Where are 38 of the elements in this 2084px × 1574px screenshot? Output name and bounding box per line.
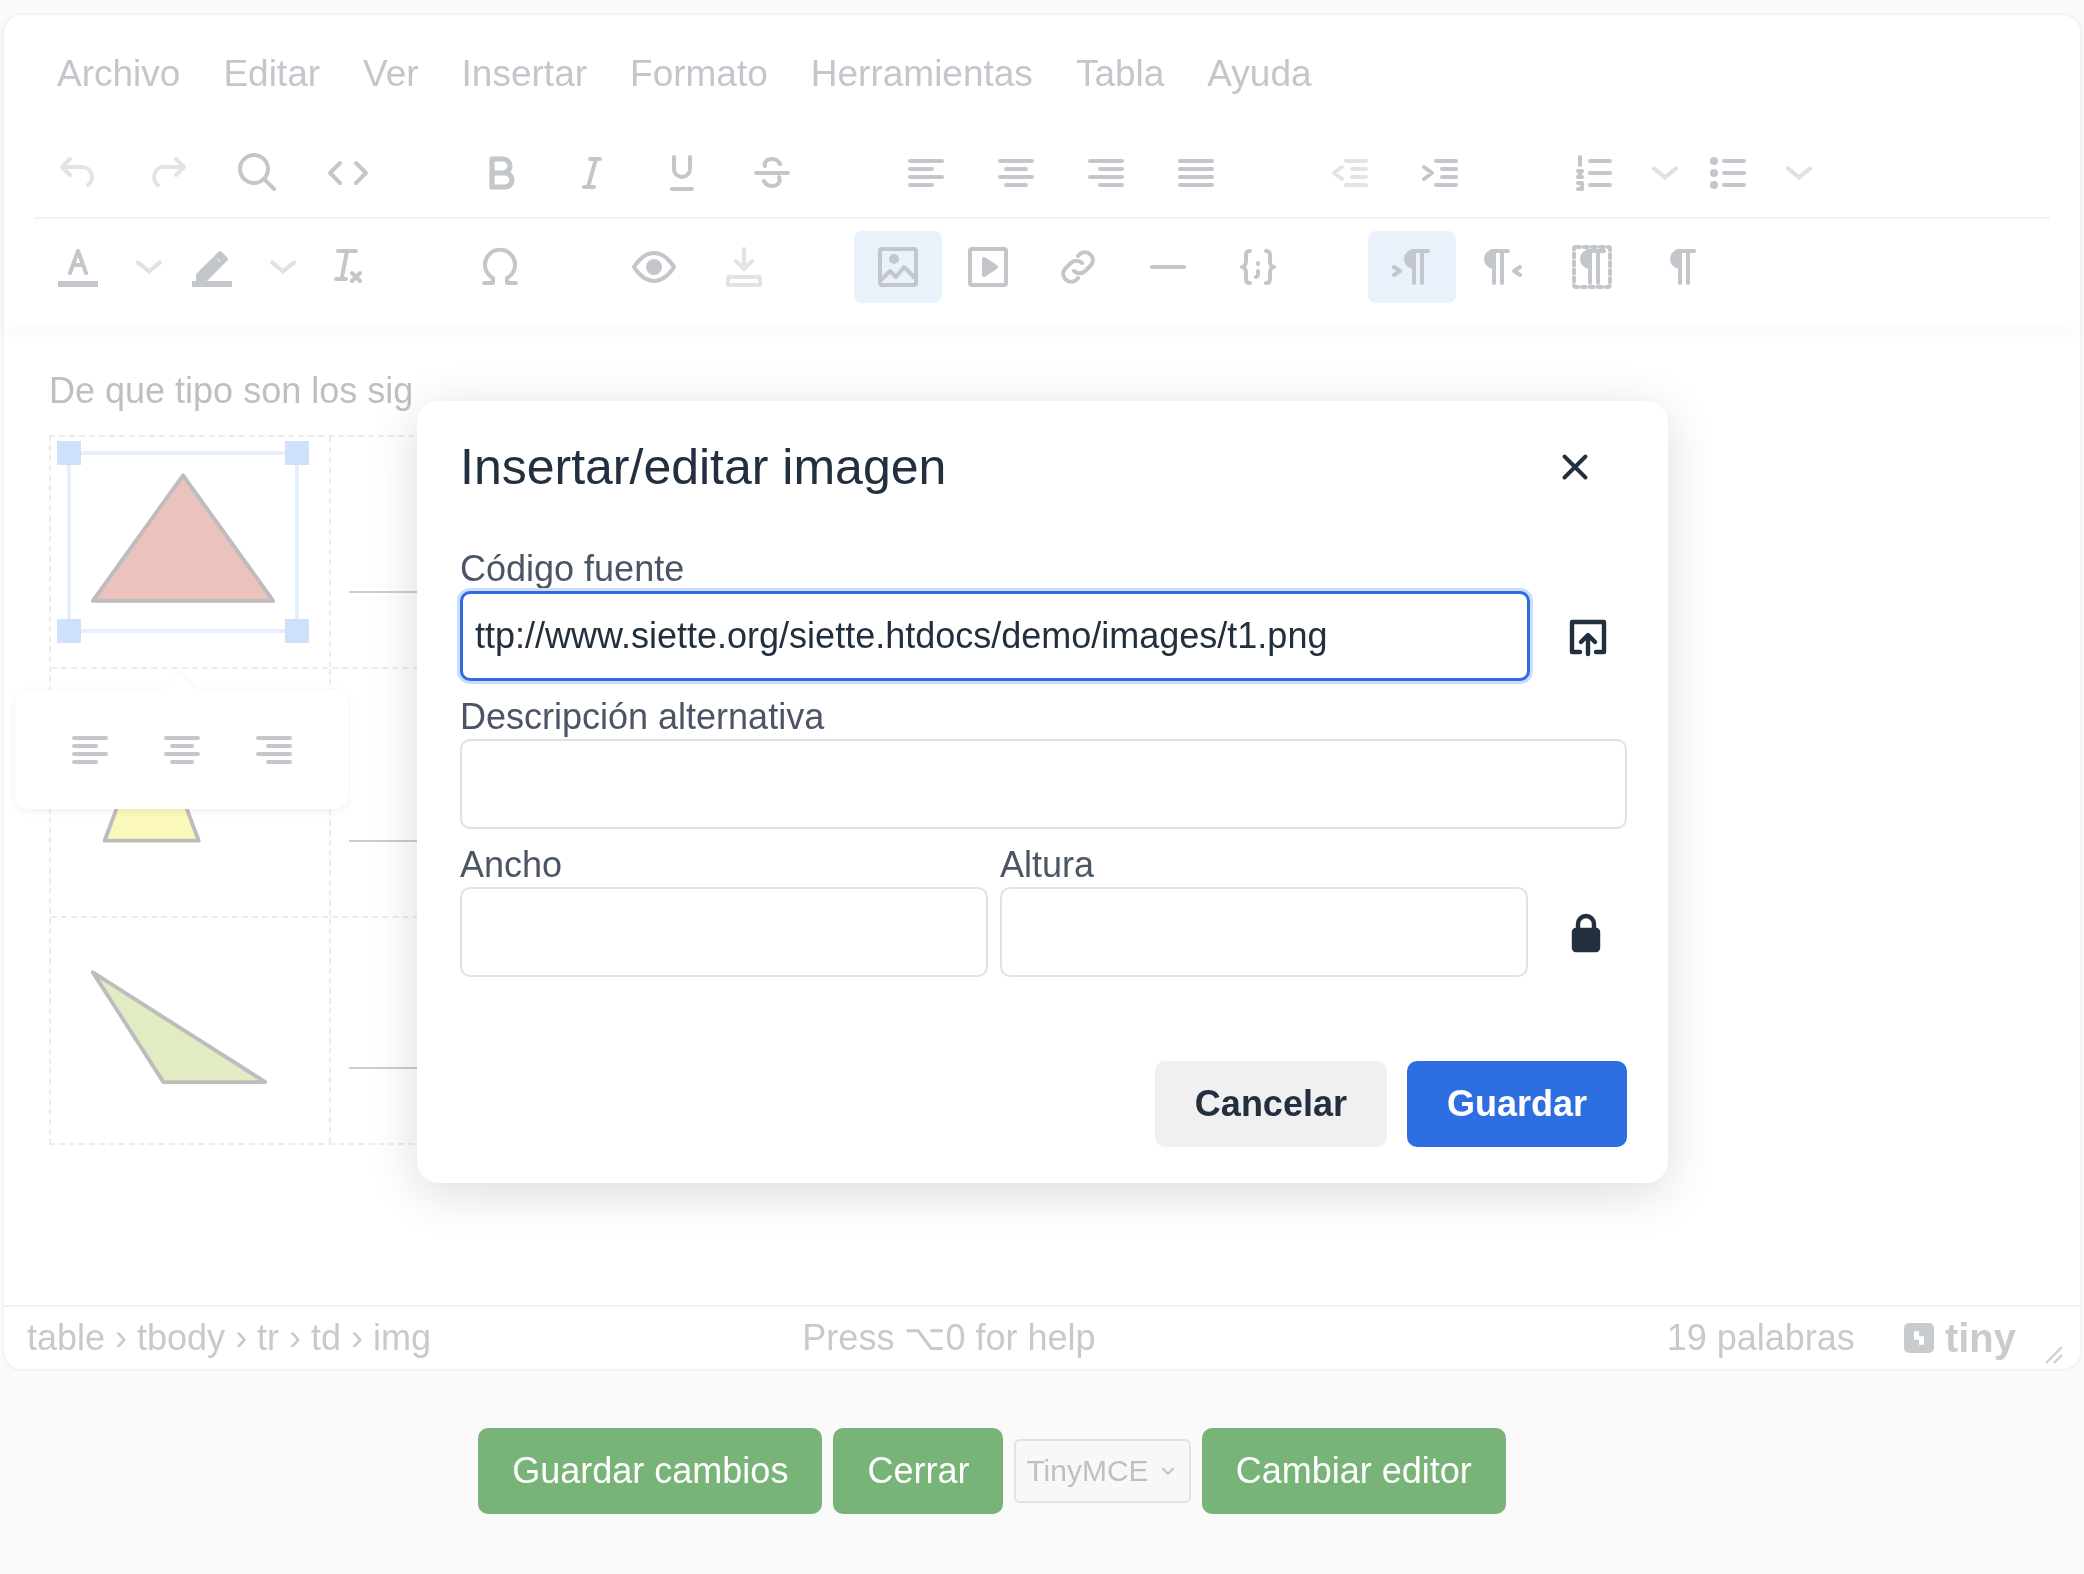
element-path[interactable]: table › tbody › tr › td › img [27,1317,432,1359]
resize-handle[interactable] [57,619,81,643]
chevron-icon [1786,166,1812,180]
input-field[interactable]: ttp://www.siette.org/siette.htdocs/demo/images/t1.png [460,591,1530,681]
footer-button[interactable]: Guardar cambios [478,1428,823,1514]
dialog-button[interactable]: Cancelar [1154,1061,1387,1147]
menu-item[interactable]: Formato [630,53,768,95]
menu-item[interactable]: Editar [223,53,321,95]
chevron-icon [270,260,296,274]
input-field[interactable] [460,739,1627,829]
menu-item[interactable]: Ver [363,53,419,95]
horizontal-line-icon [1150,265,1186,269]
field-label: Altura [1000,843,1096,887]
field-label: Código fuente [460,547,686,591]
menu-item[interactable]: Archivo [57,53,181,95]
footer-button[interactable]: Cambiar editor [1201,1428,1506,1514]
resize-handle[interactable] [285,619,309,643]
editor-select[interactable]: TinyMCE [1014,1439,1191,1503]
input-field[interactable] [1000,887,1528,977]
menu-item[interactable]: Ayuda [1207,53,1312,95]
dialog-title: Insertar/editar imagen [460,438,947,496]
menu-item[interactable]: Tabla [1075,53,1165,95]
resize-handle[interactable] [285,441,309,465]
footer-button[interactable]: Cerrar [833,1428,1004,1514]
help-hint: Press ⌥0 for help [801,1317,1097,1359]
toolbar-button[interactable] [854,231,942,303]
dialog-button[interactable]: Guardar [1406,1061,1627,1147]
toolbar-button[interactable] [1368,231,1456,303]
chevron-icon [1652,166,1678,180]
menu-item[interactable]: Insertar [461,53,588,95]
input-field[interactable] [460,887,988,977]
question-text: De que tipo son los sig [49,369,415,413]
menu-item[interactable]: Herramientas [810,53,1033,95]
word-count[interactable]: 19 palabras [1666,1317,1855,1359]
chevron-icon [136,260,162,274]
field-label: Ancho [460,843,564,887]
field-label: Descripción alternativa [460,695,826,739]
resize-handle[interactable] [57,441,81,465]
